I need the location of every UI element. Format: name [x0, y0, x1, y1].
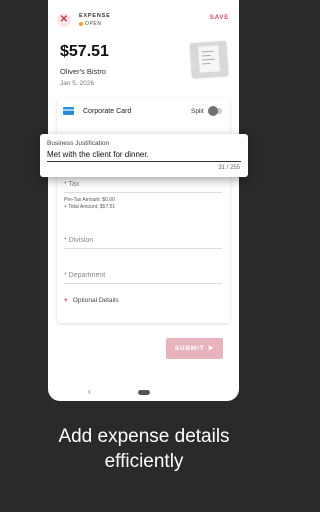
payment-method-label: Corporate Card [83, 108, 132, 115]
justification-label: Business Justification [47, 140, 110, 147]
total-amount: + Total Amount: $57.51 [64, 204, 116, 210]
character-counter: 31 / 255 [218, 165, 240, 171]
credit-card-icon [63, 107, 74, 115]
back-icon[interactable]: ‹ [88, 387, 91, 396]
justification-input[interactable]: Met with the client for dinner. [47, 150, 149, 159]
split-toggle[interactable] [208, 106, 222, 116]
tax-field-label[interactable]: * Tax [64, 181, 79, 188]
plus-icon: + [64, 297, 68, 304]
merchant-name: Oliver's Bistro [60, 67, 107, 76]
submit-label: SUBMIT [174, 345, 205, 352]
home-handle-icon[interactable] [138, 390, 150, 395]
phone-screen: ✕ EXPENSE OPEN SAVE $57.51 Oliver's Bist… [48, 0, 239, 401]
justification-field-popout[interactable]: Business Justification Met with the clie… [40, 134, 248, 177]
expense-form-card: Corporate Card Split * Tax Pre-Tax Amoun… [57, 98, 230, 323]
caption-line-1: Add expense details [58, 426, 230, 447]
expense-amount: $57.51 [60, 43, 109, 60]
send-icon: ➤ [207, 345, 215, 352]
toggle-knob [208, 106, 218, 116]
division-field-underline [64, 248, 222, 249]
status-text: OPEN [85, 21, 102, 27]
split-label: Split [191, 108, 204, 115]
receipt-thumbnail[interactable] [189, 40, 229, 78]
submit-button[interactable]: SUBMIT ➤ [166, 338, 223, 359]
optional-details-label: Optional Details [72, 297, 119, 304]
payment-method-row[interactable]: Corporate Card Split [57, 98, 230, 126]
header-title: EXPENSE [79, 13, 111, 19]
caption-line-2: efficiently [104, 451, 184, 472]
expense-date: Jan 5, 2026 [60, 80, 94, 87]
optional-details-toggle[interactable]: + Optional Details [64, 297, 119, 304]
division-field-label[interactable]: * Division [64, 237, 93, 244]
department-field-label[interactable]: * Department [64, 272, 105, 279]
tax-field-underline [64, 192, 222, 193]
system-nav-bar: ‹ [48, 385, 239, 401]
justification-underline [47, 161, 241, 162]
save-button[interactable]: SAVE [210, 15, 229, 21]
department-field-underline [64, 283, 222, 284]
close-icon[interactable]: ✕ [57, 13, 71, 27]
pre-tax-amount: Pre-Tax Amount: $0.00 [64, 197, 115, 203]
promo-caption: Add expense details efficiently [0, 424, 288, 474]
app-header: ✕ EXPENSE OPEN SAVE [48, 0, 239, 34]
status-badge: OPEN [79, 21, 102, 27]
status-dot-icon [79, 21, 83, 26]
